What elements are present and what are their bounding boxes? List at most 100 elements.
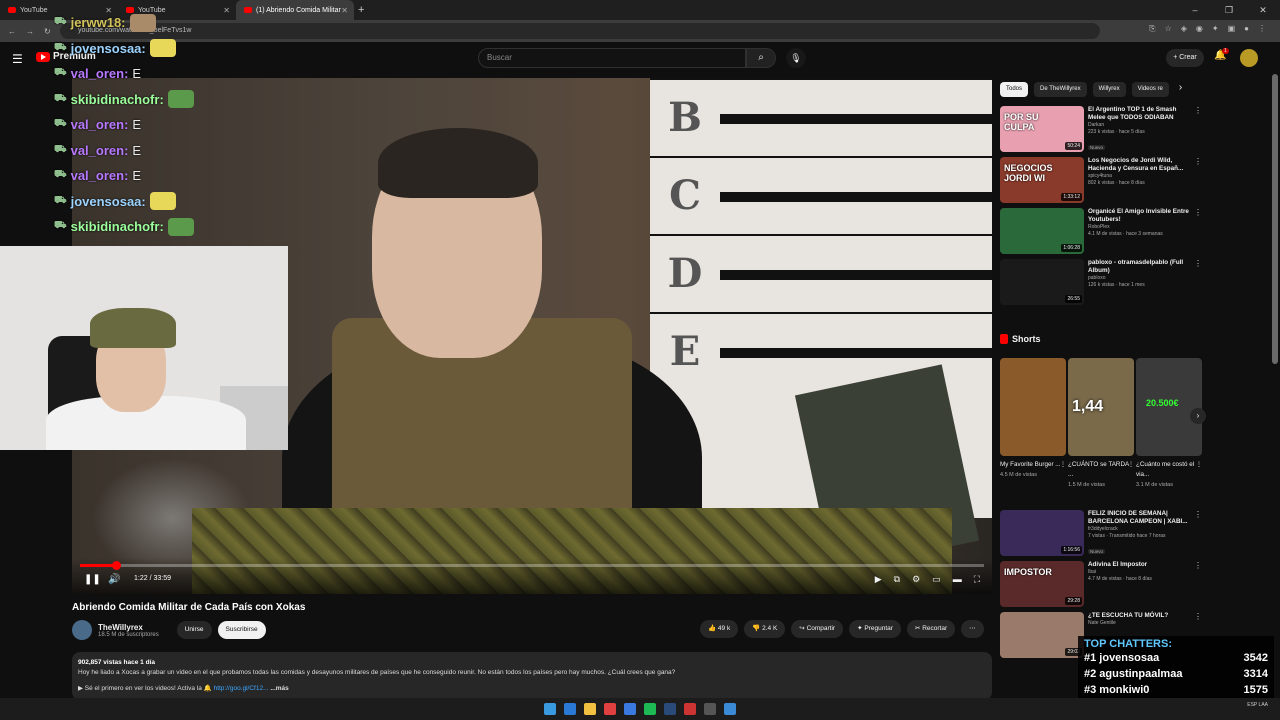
sidebar-icon[interactable]: ▣ bbox=[1228, 24, 1236, 34]
chip-from-channel[interactable]: De TheWillyrex bbox=[1034, 82, 1087, 97]
taskbar-app-icon[interactable] bbox=[604, 703, 616, 715]
video-thumbnail[interactable]: 29:03 bbox=[1000, 612, 1084, 658]
forward-icon[interactable]: → bbox=[26, 27, 34, 36]
gear-icon[interactable]: ⚙ bbox=[912, 574, 920, 585]
minimize-button[interactable]: – bbox=[1178, 0, 1212, 20]
recommendation-title[interactable]: FELIZ INICIO DE SEMANA| BARCELONA CAMPEO… bbox=[1088, 510, 1192, 526]
recommendation-title[interactable]: ¿TE ESCUCHA TU MÓVIL? bbox=[1088, 612, 1192, 620]
chip-all[interactable]: Todos bbox=[1000, 82, 1029, 97]
video-thumbnail[interactable]: IMPOSTOR 29:28 bbox=[1000, 561, 1084, 607]
more-options-icon[interactable]: ⋮ bbox=[1194, 157, 1202, 166]
create-button[interactable]: + Crear bbox=[1166, 49, 1204, 67]
video-thumbnail[interactable]: 1:06:28 bbox=[1000, 208, 1084, 254]
recommendation-item[interactable]: 26:55 pabloxo - otramasdelpablo (Full Alb… bbox=[1000, 259, 1202, 310]
more-options-icon[interactable]: ⋮ bbox=[1060, 460, 1066, 470]
profile-icon[interactable]: ● bbox=[1244, 24, 1249, 34]
channel-avatar[interactable] bbox=[72, 620, 92, 640]
more-options-icon[interactable]: ⋮ bbox=[1128, 460, 1134, 470]
miniplayer-icon[interactable]: ▭ bbox=[932, 574, 941, 585]
short-thumbnail[interactable]: 1,44 bbox=[1068, 358, 1134, 456]
chip-willyrex[interactable]: Willyrex bbox=[1092, 82, 1126, 97]
install-icon[interactable]: ⎘ bbox=[1149, 24, 1155, 34]
chip-videos[interactable]: Videos re bbox=[1131, 82, 1169, 97]
taskbar-app-icon[interactable] bbox=[624, 703, 636, 715]
more-options-icon[interactable]: ⋮ bbox=[1194, 612, 1202, 621]
dislike-button[interactable]: 👎 2.4 K bbox=[744, 620, 786, 638]
video-thumbnail[interactable]: 26:55 bbox=[1000, 259, 1084, 305]
recommendation-item[interactable]: 1:16:56 FELIZ INICIO DE SEMANA| BARCELONA… bbox=[1000, 510, 1202, 561]
menu-icon[interactable]: ⋮ bbox=[1258, 24, 1266, 34]
recommendation-title[interactable]: Organicé El Amigo Invisible Entre Youtub… bbox=[1088, 208, 1192, 224]
taskbar-app-icon[interactable] bbox=[584, 703, 596, 715]
short-thumbnail[interactable]: 20.500€ bbox=[1136, 358, 1202, 456]
back-icon[interactable]: ← bbox=[8, 27, 16, 36]
avatar[interactable] bbox=[1240, 49, 1258, 67]
close-icon[interactable]: ✕ bbox=[341, 6, 348, 15]
taskbar-app-icon[interactable] bbox=[644, 703, 656, 715]
short-title[interactable]: My Favorite Burger ... bbox=[1000, 460, 1066, 470]
progress-bar[interactable] bbox=[80, 561, 984, 570]
video-thumbnail[interactable]: NEGOCIOS JORDI WI 1:33:12 bbox=[1000, 157, 1084, 203]
search-input[interactable]: Buscar bbox=[478, 48, 746, 68]
channel-name[interactable]: Darkan bbox=[1088, 122, 1192, 129]
taskbar-app-icon[interactable] bbox=[684, 703, 696, 715]
channel-name[interactable]: Ibai bbox=[1088, 569, 1192, 576]
more-options-icon[interactable]: ⋮ bbox=[1194, 208, 1202, 217]
maximize-button[interactable]: ❐ bbox=[1212, 0, 1246, 20]
short-title[interactable]: ¿CUÁNTO se TARDA ... bbox=[1068, 460, 1134, 480]
fullscreen-icon[interactable]: ⛶ bbox=[974, 574, 980, 585]
taskbar-app-icon[interactable] bbox=[664, 703, 676, 715]
scrollbar[interactable] bbox=[1272, 74, 1278, 364]
autoplay-icon[interactable]: ▶ bbox=[875, 574, 882, 585]
recommendation-title[interactable]: Los Negocios de Jordi Wild, Hacienda y C… bbox=[1088, 157, 1192, 173]
extension-icon[interactable]: ◈ bbox=[1181, 24, 1187, 34]
recommendation-title[interactable]: El Argentino TOP 1 de Smash Melee que TO… bbox=[1088, 106, 1192, 122]
video-thumbnail[interactable]: 1:16:56 bbox=[1000, 510, 1084, 556]
ask-button[interactable]: ✦ Preguntar bbox=[849, 620, 901, 638]
description-link[interactable]: http://goo.gl/Cf12... bbox=[214, 685, 269, 692]
taskbar-app-icon[interactable] bbox=[724, 703, 736, 715]
channel-name[interactable]: RoboPlex bbox=[1088, 224, 1192, 231]
chevron-right-icon[interactable]: › bbox=[1179, 82, 1182, 97]
description-box[interactable]: 902,857 vistas hace 1 día Hoy he liado a… bbox=[72, 652, 992, 700]
subtitles-icon[interactable]: ⧉ bbox=[894, 574, 900, 585]
reload-icon[interactable]: ↻ bbox=[44, 27, 51, 36]
short-title[interactable]: ¿Cuánto me costó el via... bbox=[1136, 460, 1202, 480]
channel-name[interactable]: TheWillyrex bbox=[98, 623, 159, 632]
video-thumbnail[interactable]: POR SU CULPA 50:24 bbox=[1000, 106, 1084, 152]
taskbar-app-icon[interactable] bbox=[704, 703, 716, 715]
recommendation-item[interactable]: IMPOSTOR 29:28 Adivina El Impostor Ibai 4.7 … bbox=[1000, 561, 1202, 612]
pause-icon[interactable]: ❚❚ bbox=[84, 574, 101, 585]
recommendation-item[interactable]: NEGOCIOS JORDI WI 1:33:12 Los Negocios de … bbox=[1000, 157, 1202, 208]
subscribe-button[interactable]: Suscribirse bbox=[217, 621, 266, 639]
channel-name[interactable]: fr3ddyelcrack bbox=[1088, 526, 1192, 533]
recommendation-title[interactable]: Adivina El Impostor bbox=[1088, 561, 1192, 569]
menu-icon[interactable]: ☰ bbox=[12, 52, 23, 66]
channel-name[interactable]: Nate Gentile bbox=[1088, 620, 1192, 627]
clip-button[interactable]: ✂ Recortar bbox=[906, 620, 956, 638]
chevron-right-icon[interactable]: › bbox=[1190, 408, 1206, 424]
share-button[interactable]: ↪ Compartir bbox=[791, 620, 844, 638]
theater-icon[interactable]: ▬ bbox=[953, 574, 962, 585]
channel-name[interactable]: spicy4tuna bbox=[1088, 173, 1192, 180]
recommendation-title[interactable]: pabloxo - otramasdelpablo (Full Album) bbox=[1088, 259, 1192, 275]
more-options-icon[interactable]: ⋮ bbox=[1194, 106, 1202, 115]
more-options-icon[interactable]: ⋮ bbox=[1194, 561, 1202, 570]
puzzle-icon[interactable]: ✦ bbox=[1212, 24, 1219, 34]
voice-search-button[interactable]: 🎙 bbox=[786, 48, 806, 68]
star-icon[interactable]: ☆ bbox=[1165, 24, 1172, 34]
search-button[interactable]: ⌕ bbox=[746, 48, 776, 68]
new-tab-button[interactable]: + bbox=[358, 4, 364, 16]
more-options-icon[interactable]: ⋮ bbox=[1196, 460, 1202, 470]
show-more[interactable]: ...más bbox=[270, 685, 288, 692]
channel-name[interactable]: pabloxo bbox=[1088, 275, 1192, 282]
close-window-button[interactable]: ✕ bbox=[1246, 0, 1280, 20]
scrubber-handle[interactable] bbox=[112, 561, 122, 570]
short-thumbnail[interactable] bbox=[1000, 358, 1066, 456]
recommendation-item[interactable]: 1:06:28 Organicé El Amigo Invisible Entre… bbox=[1000, 208, 1202, 259]
more-options-icon[interactable]: ⋮ bbox=[1194, 510, 1202, 519]
volume-icon[interactable]: 🔊 bbox=[108, 574, 120, 585]
more-options-icon[interactable]: ⋮ bbox=[1194, 259, 1202, 268]
join-button[interactable]: Unirse bbox=[176, 621, 212, 639]
start-icon[interactable] bbox=[544, 703, 556, 715]
